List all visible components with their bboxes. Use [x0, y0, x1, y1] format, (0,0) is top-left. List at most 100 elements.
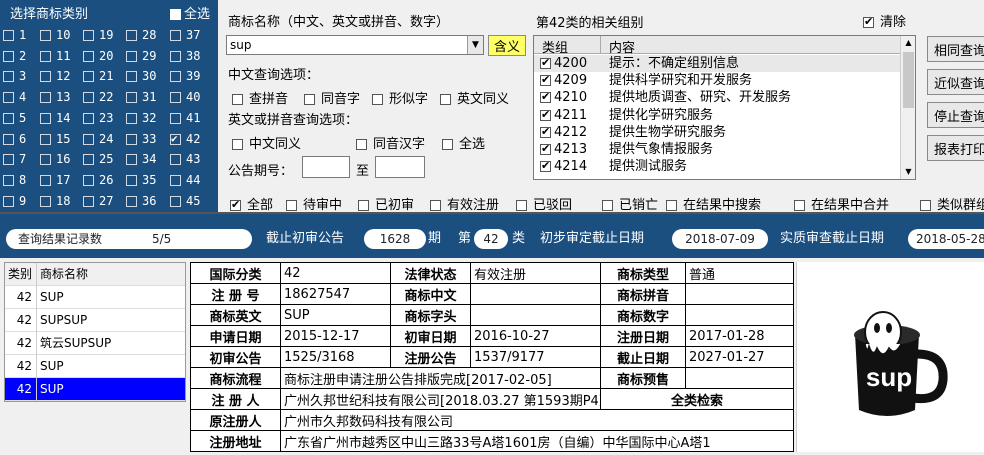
category-item[interactable]: 1: [3, 27, 26, 43]
group-row[interactable]: 4211 提供化学研究服务: [534, 107, 900, 124]
category-checkbox[interactable]: [83, 30, 94, 41]
category-checkbox[interactable]: [170, 113, 181, 124]
category-item[interactable]: 45: [170, 193, 200, 209]
category-item[interactable]: 44: [170, 172, 200, 188]
action-button[interactable]: 相同查询: [927, 36, 984, 62]
option-checkbox[interactable]: [232, 94, 243, 105]
category-checkbox[interactable]: [170, 154, 181, 165]
category-checkbox[interactable]: [83, 154, 94, 165]
category-item[interactable]: 26: [83, 172, 113, 188]
filter-checkbox[interactable]: [430, 200, 441, 211]
action-button[interactable]: 近似查询: [927, 69, 984, 95]
scroll-down-icon[interactable]: ▼: [901, 165, 915, 179]
category-item[interactable]: 11: [40, 48, 70, 64]
action-button[interactable]: 停止查询: [927, 102, 984, 128]
category-checkbox[interactable]: [83, 92, 94, 103]
category-item[interactable]: 27: [83, 193, 113, 209]
category-item[interactable]: 39: [170, 68, 200, 84]
category-item[interactable]: 6: [3, 131, 26, 147]
group-row[interactable]: 4209 提供科学研究和开发服务: [534, 72, 900, 89]
category-checkbox[interactable]: [170, 196, 181, 207]
category-item[interactable]: 15: [40, 131, 70, 147]
category-checkbox[interactable]: [3, 30, 14, 41]
name-combo[interactable]: sup ▼: [226, 35, 484, 55]
select-all-checkbox[interactable]: [170, 6, 181, 22]
category-checkbox[interactable]: [40, 71, 51, 82]
category-item[interactable]: 35: [126, 172, 156, 188]
category-checkbox[interactable]: [83, 71, 94, 82]
category-checkbox[interactable]: [126, 175, 137, 186]
category-item[interactable]: 14: [40, 110, 70, 126]
result-row[interactable]: 42 筑云SUPSUP: [5, 332, 185, 355]
category-item[interactable]: 19: [83, 27, 113, 43]
category-checkbox[interactable]: [126, 92, 137, 103]
filter-checkbox[interactable]: [666, 200, 677, 211]
category-checkbox[interactable]: [126, 134, 137, 145]
category-item[interactable]: 42: [170, 131, 200, 147]
category-checkbox[interactable]: [3, 196, 14, 207]
group-row[interactable]: 4213 提供气象情报服务: [534, 141, 900, 158]
group-checkbox[interactable]: [540, 72, 551, 88]
category-item[interactable]: 16: [40, 151, 70, 167]
category-checkbox[interactable]: [40, 51, 51, 62]
category-item[interactable]: 33: [126, 131, 156, 147]
category-item[interactable]: 10: [40, 27, 70, 43]
group-row[interactable]: 4212 提供生物学研究服务: [534, 124, 900, 141]
category-checkbox[interactable]: [3, 154, 14, 165]
category-item[interactable]: 24: [83, 131, 113, 147]
option-checkbox[interactable]: [372, 94, 383, 105]
clear-groups[interactable]: 清除: [863, 11, 906, 30]
filter-checkbox[interactable]: [230, 197, 241, 213]
category-checkbox[interactable]: [83, 196, 94, 207]
category-item[interactable]: 13: [40, 89, 70, 105]
option-checkbox[interactable]: [440, 94, 451, 105]
category-checkbox[interactable]: [126, 113, 137, 124]
category-item[interactable]: 23: [83, 110, 113, 126]
category-item[interactable]: 41: [170, 110, 200, 126]
category-item[interactable]: 7: [3, 151, 26, 167]
option-checkbox[interactable]: [356, 139, 367, 150]
category-checkbox[interactable]: [40, 92, 51, 103]
option[interactable]: 同音字: [304, 88, 360, 107]
groups-list[interactable]: 类组 内容 4200 提示：不确定组别信息 4209 提供科学研究和开发服务 4210 提…: [533, 35, 916, 180]
category-item[interactable]: 34: [126, 151, 156, 167]
filter-option[interactable]: 在结果中搜索: [666, 194, 761, 213]
category-item[interactable]: 20: [83, 48, 113, 64]
category-checkbox[interactable]: [170, 51, 181, 62]
category-item[interactable]: 9: [3, 193, 26, 209]
result-row[interactable]: 42 SUP: [5, 355, 185, 378]
category-item[interactable]: 12: [40, 68, 70, 84]
filter-option[interactable]: 已驳回: [516, 194, 572, 213]
clear-checkbox[interactable]: [863, 14, 874, 30]
filter-option[interactable]: 已初审: [358, 194, 414, 213]
filter-option[interactable]: 类似群组: [920, 194, 984, 213]
filter-checkbox[interactable]: [286, 200, 297, 211]
group-checkbox[interactable]: [540, 158, 551, 174]
option[interactable]: 查拼音: [232, 88, 288, 107]
filter-checkbox[interactable]: [358, 200, 369, 211]
chevron-down-icon[interactable]: ▼: [467, 36, 483, 54]
category-item[interactable]: 17: [40, 172, 70, 188]
result-row[interactable]: 42 SUP: [5, 378, 185, 401]
category-checkbox[interactable]: [83, 134, 94, 145]
category-checkbox[interactable]: [40, 154, 51, 165]
category-checkbox[interactable]: [83, 175, 94, 186]
category-checkbox[interactable]: [170, 30, 181, 41]
option-checkbox[interactable]: [304, 94, 315, 105]
category-checkbox[interactable]: [170, 131, 181, 147]
category-item[interactable]: 36: [126, 193, 156, 209]
filter-checkbox[interactable]: [920, 200, 931, 211]
category-checkbox[interactable]: [40, 113, 51, 124]
group-checkbox[interactable]: [540, 89, 551, 105]
option-checkbox[interactable]: [232, 139, 243, 150]
category-checkbox[interactable]: [3, 51, 14, 62]
category-checkbox[interactable]: [3, 113, 14, 124]
category-item[interactable]: 32: [126, 110, 156, 126]
filter-option[interactable]: 待审中: [286, 194, 342, 213]
filter-option[interactable]: 全部: [230, 194, 273, 213]
category-checkbox[interactable]: [40, 134, 51, 145]
category-checkbox[interactable]: [170, 92, 181, 103]
select-all-categories[interactable]: 全选: [170, 3, 210, 22]
category-checkbox[interactable]: [126, 30, 137, 41]
option[interactable]: 全选: [442, 133, 485, 152]
